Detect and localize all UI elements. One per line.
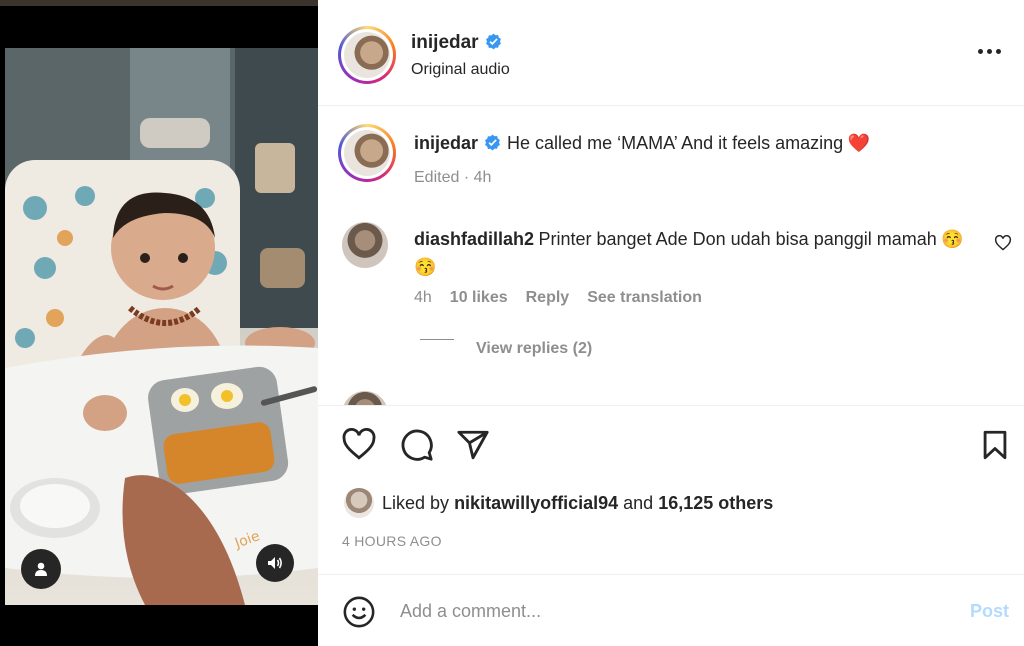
liker-username[interactable]: nikitawillyofficial94 (454, 493, 618, 513)
author-username-text[interactable]: inijedar (411, 32, 479, 53)
sound-icon (268, 557, 282, 569)
comment-like-heart-icon[interactable] (994, 235, 1012, 251)
likes-summary: Liked by nikitawillyofficial94 and 16,12… (382, 493, 773, 514)
reply-button[interactable]: Reply (526, 289, 570, 307)
post-actions: Liked by nikitawillyofficial94 and 16,12… (318, 405, 1024, 575)
post-timestamp[interactable]: 4 HOURS AGO (342, 533, 442, 549)
likes-prefix: Liked by (382, 493, 450, 513)
comment-icon[interactable] (400, 428, 434, 462)
share-icon[interactable] (456, 428, 490, 462)
liker-avatar[interactable] (344, 488, 374, 518)
post-details-panel: inijedar Original audio inijedar He calle… (318, 0, 1024, 646)
post-comment-button[interactable]: Post (970, 601, 1009, 622)
comment-time: 4h (414, 289, 432, 306)
comment-input[interactable]: Add a comment... (400, 601, 541, 622)
user-tag-button[interactable] (21, 549, 61, 589)
author-avatar[interactable] (338, 26, 396, 84)
verified-badge-icon (485, 134, 500, 151)
comment-likes[interactable]: 10 likes (450, 289, 508, 307)
audio-label[interactable]: Original audio (411, 61, 510, 79)
sound-toggle-button[interactable] (256, 544, 294, 582)
comments-section: inijedar He called me ‘MAMA’ And it feels… (318, 107, 1024, 405)
view-replies-button[interactable]: View replies (2) (476, 340, 592, 358)
comment-username[interactable]: diashfadillah2 (414, 229, 534, 249)
likes-count[interactable]: 16,125 others (658, 493, 773, 513)
caption-author-avatar[interactable] (338, 124, 396, 182)
caption-text: He called me ‘MAMA’ And it feels amazing (507, 133, 844, 153)
caption-username[interactable]: inijedar (414, 133, 478, 153)
comment-body: diashfadillah2 Printer banget Ade Don ud… (414, 226, 974, 282)
commenter-avatar[interactable] (342, 222, 388, 268)
see-translation-button[interactable]: See translation (587, 289, 702, 307)
photo-illustration: Joie (5, 48, 318, 605)
bookmark-icon[interactable] (978, 428, 1012, 462)
likes-and: and (623, 493, 654, 513)
author-username[interactable]: inijedar (411, 32, 502, 54)
verified-badge-icon (485, 33, 501, 50)
heart-icon[interactable] (342, 428, 376, 462)
replies-divider-line (420, 339, 454, 340)
emoji-icon[interactable] (342, 595, 376, 629)
post-media[interactable]: Joie (0, 0, 318, 646)
post-header: inijedar Original audio (318, 0, 1024, 106)
add-comment-bar: Add a comment... Post (318, 575, 1024, 646)
caption: inijedar He called me ‘MAMA’ And it feels… (414, 133, 1004, 154)
more-options-icon[interactable] (978, 44, 1006, 58)
post-photo[interactable]: Joie (5, 48, 318, 605)
next-commenter-avatar[interactable] (342, 391, 388, 405)
caption-heart-emoji: ❤️ (847, 133, 871, 153)
comment-text: Printer banget Ade Don udah bisa panggil… (538, 229, 937, 249)
caption-meta: Edited · 4h (414, 169, 492, 186)
media-top-strip (0, 0, 318, 6)
comment-meta: 4h 10 likes Reply See translation (414, 289, 702, 307)
user-tag-icon (35, 562, 47, 576)
